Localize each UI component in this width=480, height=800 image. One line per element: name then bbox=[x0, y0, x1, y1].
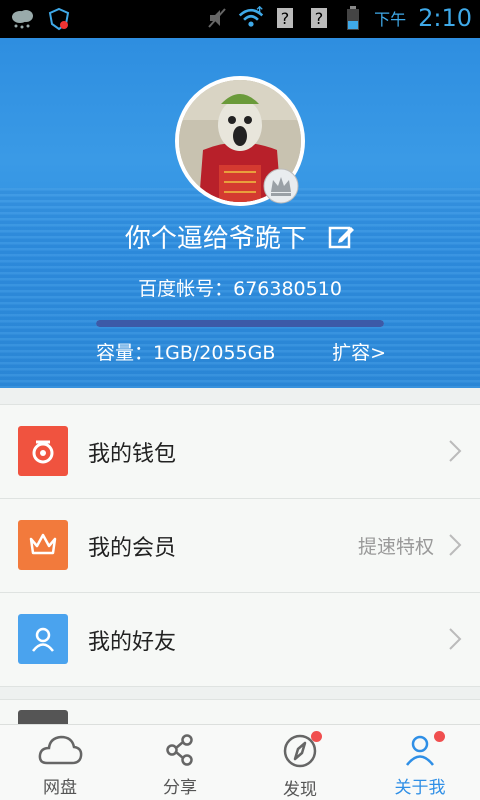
menu-item-wallet[interactable]: 我的钱包 bbox=[0, 405, 480, 499]
chevron-right-icon bbox=[448, 533, 462, 561]
expand-storage-link[interactable]: 扩容> bbox=[332, 338, 386, 365]
chevron-right-icon bbox=[448, 627, 462, 655]
status-time: 2:10 bbox=[418, 4, 472, 32]
profile-name: 你个逼给爷跪下 bbox=[124, 224, 307, 254]
status-ampm: 下午 bbox=[374, 10, 407, 29]
mute-icon bbox=[204, 5, 230, 31]
wifi-icon bbox=[238, 5, 264, 31]
tab-cloud[interactable]: 网盘 bbox=[0, 725, 120, 800]
signal-unknown-icon-2: ? bbox=[306, 5, 332, 31]
notification-dot bbox=[434, 731, 445, 742]
tab-share[interactable]: 分享 bbox=[120, 725, 240, 800]
avatar-container[interactable] bbox=[175, 76, 305, 206]
menu-item-label: 我的钱包 bbox=[88, 442, 177, 467]
shield-icon bbox=[46, 6, 72, 32]
tab-me[interactable]: 关于我 bbox=[360, 725, 480, 800]
edit-icon[interactable] bbox=[327, 223, 355, 258]
tab-label: 网盘 bbox=[43, 778, 77, 798]
bottom-tab-bar: 网盘 分享 发现 关于我 bbox=[0, 724, 480, 800]
account-id: 676380510 bbox=[233, 278, 342, 300]
tab-discover[interactable]: 发现 bbox=[240, 725, 360, 800]
menu-item-membership[interactable]: 我的会员 提速特权 bbox=[0, 499, 480, 593]
capacity-row: 容量：1GB/2055GB 扩容> bbox=[96, 338, 386, 365]
storage-progress-bar bbox=[96, 320, 384, 327]
person-icon bbox=[18, 614, 68, 664]
tab-label: 分享 bbox=[163, 778, 197, 798]
menu-item-label: 我的好友 bbox=[88, 630, 177, 655]
profile-header: 你个逼给爷跪下 百度帐号：676380510 容量：1GB/2055GB 扩容> bbox=[0, 38, 480, 388]
battery-icon bbox=[340, 5, 366, 31]
crown-badge-icon bbox=[263, 168, 299, 204]
menu-item-friends[interactable]: 我的好友 bbox=[0, 593, 480, 687]
svg-text:?: ? bbox=[315, 9, 324, 28]
section-gap bbox=[0, 687, 480, 699]
share-icon bbox=[163, 734, 197, 771]
status-bar: ? ? 下午 2:10 bbox=[0, 0, 480, 38]
crown-icon bbox=[18, 520, 68, 570]
profile-name-row: 你个逼给爷跪下 bbox=[0, 218, 480, 258]
cloud-icon bbox=[37, 735, 83, 771]
storage-progress-fill bbox=[96, 320, 384, 327]
membership-extra-label: 提速特权 bbox=[357, 536, 434, 558]
account-label: 百度帐号： bbox=[138, 278, 234, 300]
person-icon bbox=[403, 735, 437, 771]
weather-icon bbox=[10, 6, 36, 32]
tab-label: 发现 bbox=[283, 780, 317, 800]
capacity-value: 1GB/2055GB bbox=[153, 342, 276, 364]
notification-dot bbox=[311, 731, 322, 742]
menu-item-label: 我的会员 bbox=[88, 536, 177, 561]
account-row: 百度帐号：676380510 bbox=[0, 274, 480, 301]
compass-icon bbox=[282, 734, 318, 773]
wallet-icon bbox=[18, 426, 68, 476]
tab-label: 关于我 bbox=[394, 778, 446, 798]
chevron-right-icon bbox=[448, 439, 462, 467]
capacity-label: 容量： bbox=[96, 342, 154, 364]
menu-list: 我的钱包 我的会员 提速特权 我的好友 bbox=[0, 404, 480, 730]
signal-unknown-icon: ? bbox=[272, 5, 298, 31]
svg-text:?: ? bbox=[281, 9, 290, 28]
